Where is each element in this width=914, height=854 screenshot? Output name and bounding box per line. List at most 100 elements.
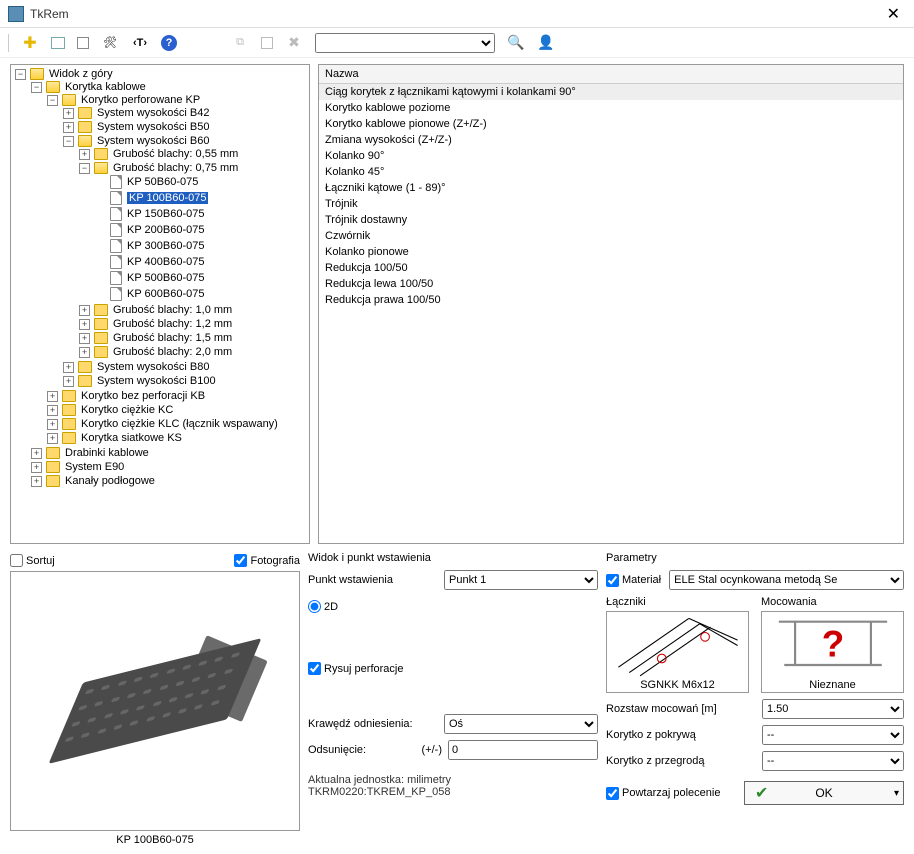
expand-toggle[interactable]: + xyxy=(63,108,74,119)
product-tree[interactable]: −Widok z góry −Korytka kablowe −Korytko … xyxy=(13,67,307,489)
list-item[interactable]: Redukcja 100/50 xyxy=(319,260,903,276)
list-item[interactable]: Redukcja prawa 100/50 xyxy=(319,292,903,308)
expand-toggle[interactable]: + xyxy=(79,333,90,344)
folder-icon xyxy=(62,432,76,444)
list-item[interactable]: Ciąg korytek z łącznikami kątowymi i kol… xyxy=(319,84,903,100)
expand-toggle[interactable]: + xyxy=(63,376,74,387)
expand-toggle[interactable]: + xyxy=(63,122,74,133)
odsuniecie-input[interactable] xyxy=(448,740,598,760)
list-item[interactable]: Łączniki kątowe (1 - 89)° xyxy=(319,180,903,196)
tree-item[interactable]: Korytka siatkowe KS xyxy=(81,432,182,444)
rysuj-checkbox[interactable]: Rysuj perforacje xyxy=(308,662,403,675)
mocowania-thumb[interactable]: ? Nieznane xyxy=(761,611,904,693)
help-icon[interactable]: ? xyxy=(161,35,177,51)
tree-item[interactable]: System wysokości B42 xyxy=(97,107,209,119)
tree-leaf[interactable]: KP 200B60-075 xyxy=(127,224,204,236)
tree-leaf-selected[interactable]: KP 100B60-075 xyxy=(127,192,208,204)
tree-item[interactable]: Korytko bez perforacji KB xyxy=(81,390,205,402)
toolbar-search-combo[interactable] xyxy=(315,33,495,53)
list-item[interactable]: Kolanko pionowe xyxy=(319,244,903,260)
expand-toggle[interactable]: + xyxy=(31,476,42,487)
list-item[interactable]: Kolanko 45° xyxy=(319,164,903,180)
tree-item[interactable]: System wysokości B80 xyxy=(97,361,209,373)
tree-item[interactable]: Korytko ciężkie KLC (łącznik wspawany) xyxy=(81,418,278,430)
grid-icon[interactable] xyxy=(261,37,273,49)
chevron-down-icon[interactable]: ▾ xyxy=(894,788,899,799)
photo-checkbox[interactable]: Fotografia xyxy=(234,554,300,567)
tree-item[interactable]: Korytko perforowane KP xyxy=(81,94,200,106)
expand-toggle[interactable]: + xyxy=(47,405,58,416)
powtarzaj-checkbox[interactable]: Powtarzaj polecenie xyxy=(606,787,720,800)
przegroda-select[interactable]: -- xyxy=(762,751,904,771)
checkmark-icon: ✔ xyxy=(755,783,768,803)
list-item[interactable]: Korytko kablowe pionowe (Z+/Z-) xyxy=(319,116,903,132)
ok-button[interactable]: ✔ OK ▾ xyxy=(744,781,904,805)
tree-item[interactable]: Grubość blachy: 1,2 mm xyxy=(113,318,232,330)
search-icon[interactable]: 🔍 xyxy=(507,34,525,52)
laczniki-thumb[interactable]: SGNKK M6x12 xyxy=(606,611,749,693)
expand-toggle[interactable]: − xyxy=(31,82,42,93)
expand-toggle[interactable]: − xyxy=(47,95,58,106)
punkt-select[interactable]: Punkt 1 xyxy=(444,570,598,590)
list-item[interactable]: Zmiana wysokości (Z+/Z-) xyxy=(319,132,903,148)
krawedz-select[interactable]: Oś xyxy=(444,714,598,734)
pokrywa-select[interactable]: -- xyxy=(762,725,904,745)
list-icon[interactable] xyxy=(77,37,89,49)
add-icon[interactable]: ✚ xyxy=(21,34,39,52)
sort-checkbox[interactable]: Sortuj xyxy=(10,554,55,567)
rozstaw-select[interactable]: 1.50 xyxy=(762,699,904,719)
expand-toggle[interactable]: − xyxy=(15,69,26,80)
tree-leaf[interactable]: KP 400B60-075 xyxy=(127,256,204,268)
list-item[interactable]: Kolanko 90° xyxy=(319,148,903,164)
tree-item[interactable]: System wysokości B60 xyxy=(97,135,209,147)
mount-icon: ? xyxy=(768,613,898,678)
folder-icon xyxy=(78,375,92,387)
tree-item[interactable]: Korytko ciężkie KC xyxy=(81,404,173,416)
tree-item[interactable]: System wysokości B100 xyxy=(97,375,216,387)
tools-icon[interactable]: 🛠 xyxy=(101,34,119,52)
list-item[interactable]: Trójnik dostawny xyxy=(319,212,903,228)
tree-root[interactable]: Widok z góry xyxy=(49,68,113,80)
expand-toggle[interactable]: + xyxy=(79,149,90,160)
close-button[interactable]: ✕ xyxy=(881,4,906,24)
tree-item[interactable]: Drabinki kablowe xyxy=(65,447,149,459)
expand-toggle[interactable]: − xyxy=(63,136,74,147)
tree-item[interactable]: Grubość blachy: 1,5 mm xyxy=(113,332,232,344)
copy-icon[interactable]: ⧉ xyxy=(231,34,249,52)
tree-item[interactable]: Grubość blachy: 0,55 mm xyxy=(113,148,238,160)
expand-toggle[interactable]: + xyxy=(79,305,90,316)
tree-item[interactable]: Korytka kablowe xyxy=(65,81,146,93)
tree-item[interactable]: Grubość blachy: 0,75 mm xyxy=(113,162,238,174)
expand-toggle[interactable]: + xyxy=(31,462,42,473)
find-person-icon[interactable]: 👤 xyxy=(537,34,555,52)
tree-item[interactable]: System wysokości B50 xyxy=(97,121,209,133)
expand-toggle[interactable]: + xyxy=(47,391,58,402)
tree-item[interactable]: Grubość blachy: 1,0 mm xyxy=(113,304,232,316)
tree-leaf[interactable]: KP 500B60-075 xyxy=(127,272,204,284)
tree-leaf[interactable]: KP 50B60-075 xyxy=(127,176,198,188)
list-item[interactable]: Redukcja lewa 100/50 xyxy=(319,276,903,292)
material-select[interactable]: ELE Stal ocynkowana metodą Se xyxy=(669,570,904,590)
expand-toggle[interactable]: − xyxy=(79,163,90,174)
expand-toggle[interactable]: + xyxy=(47,419,58,430)
expand-toggle[interactable]: + xyxy=(31,448,42,459)
tree-item[interactable]: Kanały podłogowe xyxy=(65,475,155,487)
text-icon[interactable]: ‹T› xyxy=(131,34,149,52)
card-icon[interactable] xyxy=(51,37,65,49)
tree-leaf[interactable]: KP 150B60-075 xyxy=(127,208,204,220)
list-header[interactable]: Nazwa xyxy=(319,65,903,84)
material-checkbox[interactable]: Materiał xyxy=(606,574,661,587)
tree-leaf[interactable]: KP 300B60-075 xyxy=(127,240,204,252)
list-item[interactable]: Czwórnik xyxy=(319,228,903,244)
tree-item[interactable]: Grubość blachy: 2,0 mm xyxy=(113,346,232,358)
list-item[interactable]: Trójnik xyxy=(319,196,903,212)
expand-toggle[interactable]: + xyxy=(79,347,90,358)
expand-toggle[interactable]: + xyxy=(79,319,90,330)
list-item[interactable]: Korytko kablowe poziome xyxy=(319,100,903,116)
tree-leaf[interactable]: KP 600B60-075 xyxy=(127,288,204,300)
tree-item[interactable]: System E90 xyxy=(65,461,124,473)
delete-icon[interactable]: ✖ xyxy=(285,34,303,52)
radio-2d[interactable]: 2D xyxy=(308,600,338,613)
expand-toggle[interactable]: + xyxy=(63,362,74,373)
expand-toggle[interactable]: + xyxy=(47,433,58,444)
